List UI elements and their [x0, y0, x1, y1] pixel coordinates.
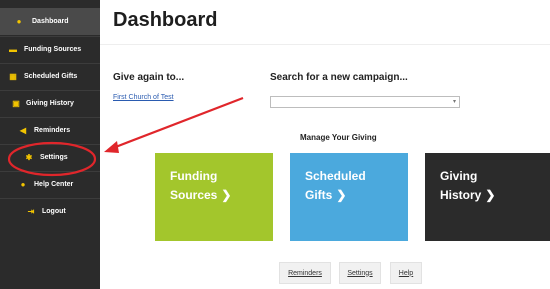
bank-icon: ▬: [9, 45, 17, 54]
scheduled-gifts-tile[interactable]: Scheduled Gifts ❯: [290, 153, 408, 241]
sidebar-item-dashboard[interactable]: ● Dashboard: [0, 8, 100, 35]
tile-title-line1: Scheduled: [305, 169, 366, 183]
annotation-arrow-line: [112, 96, 244, 150]
annotation-arrow-head: [104, 141, 119, 153]
receipt-icon: ▣: [12, 99, 20, 108]
tile-title-line1: Funding: [170, 169, 218, 183]
footer-help-button[interactable]: Help: [390, 262, 422, 284]
sidebar-item-label: Funding Sources: [24, 46, 82, 53]
tile-title-line2: Gifts: [305, 188, 333, 202]
campaign-search-select[interactable]: ▾: [270, 96, 460, 108]
giving-history-tile[interactable]: Giving History ❯: [425, 153, 550, 241]
chevron-down-icon: ▾: [452, 99, 456, 105]
give-again-heading: Give again to...: [113, 72, 185, 83]
sidebar: ● Dashboard ▬ Funding Sources ▦ Schedule…: [0, 0, 100, 289]
give-again-link[interactable]: First Church of Test: [113, 94, 174, 101]
calendar-icon: ▦: [9, 72, 17, 81]
dashboard-icon: ●: [16, 17, 22, 26]
tile-title-line2: History: [440, 188, 482, 202]
sidebar-item-label: Settings: [40, 154, 68, 161]
sidebar-item-label: Scheduled Gifts: [24, 73, 78, 80]
sidebar-item-settings[interactable]: ✱ Settings: [0, 144, 100, 171]
footer-settings-button[interactable]: Settings: [339, 262, 381, 284]
manage-giving-heading: Manage Your Giving: [300, 133, 377, 142]
sidebar-item-giving-history[interactable]: ▣ Giving History: [0, 90, 100, 117]
funding-sources-tile[interactable]: Funding Sources ❯: [155, 153, 273, 241]
search-heading: Search for a new campaign...: [270, 72, 408, 83]
sidebar-item-label: Dashboard: [32, 18, 69, 25]
footer-reminders-button[interactable]: Reminders: [279, 262, 331, 284]
chevron-right-icon: ❯: [221, 188, 232, 202]
sidebar-item-label: Reminders: [34, 127, 71, 134]
megaphone-icon: ◀: [19, 126, 27, 135]
sidebar-item-label: Giving History: [26, 100, 74, 107]
sidebar-item-reminders[interactable]: ◀ Reminders: [0, 117, 100, 144]
logout-icon: ⇥: [27, 207, 35, 216]
tile-title-line1: Giving: [440, 169, 478, 183]
sidebar-item-label: Help Center: [34, 181, 74, 188]
sidebar-item-funding-sources[interactable]: ▬ Funding Sources: [0, 36, 100, 63]
sidebar-item-help-center[interactable]: ● Help Center: [0, 171, 100, 198]
header-divider: [100, 44, 550, 45]
sidebar-item-scheduled-gifts[interactable]: ▦ Scheduled Gifts: [0, 63, 100, 90]
chevron-right-icon: ❯: [485, 188, 496, 202]
gear-icon: ✱: [25, 153, 33, 162]
question-icon: ●: [20, 180, 26, 189]
sidebar-item-logout[interactable]: ⇥ Logout: [0, 198, 100, 225]
sidebar-item-label: Logout: [42, 208, 66, 215]
tile-title-line2: Sources: [170, 188, 218, 202]
chevron-right-icon: ❯: [336, 188, 347, 202]
page-title: Dashboard: [113, 9, 218, 31]
